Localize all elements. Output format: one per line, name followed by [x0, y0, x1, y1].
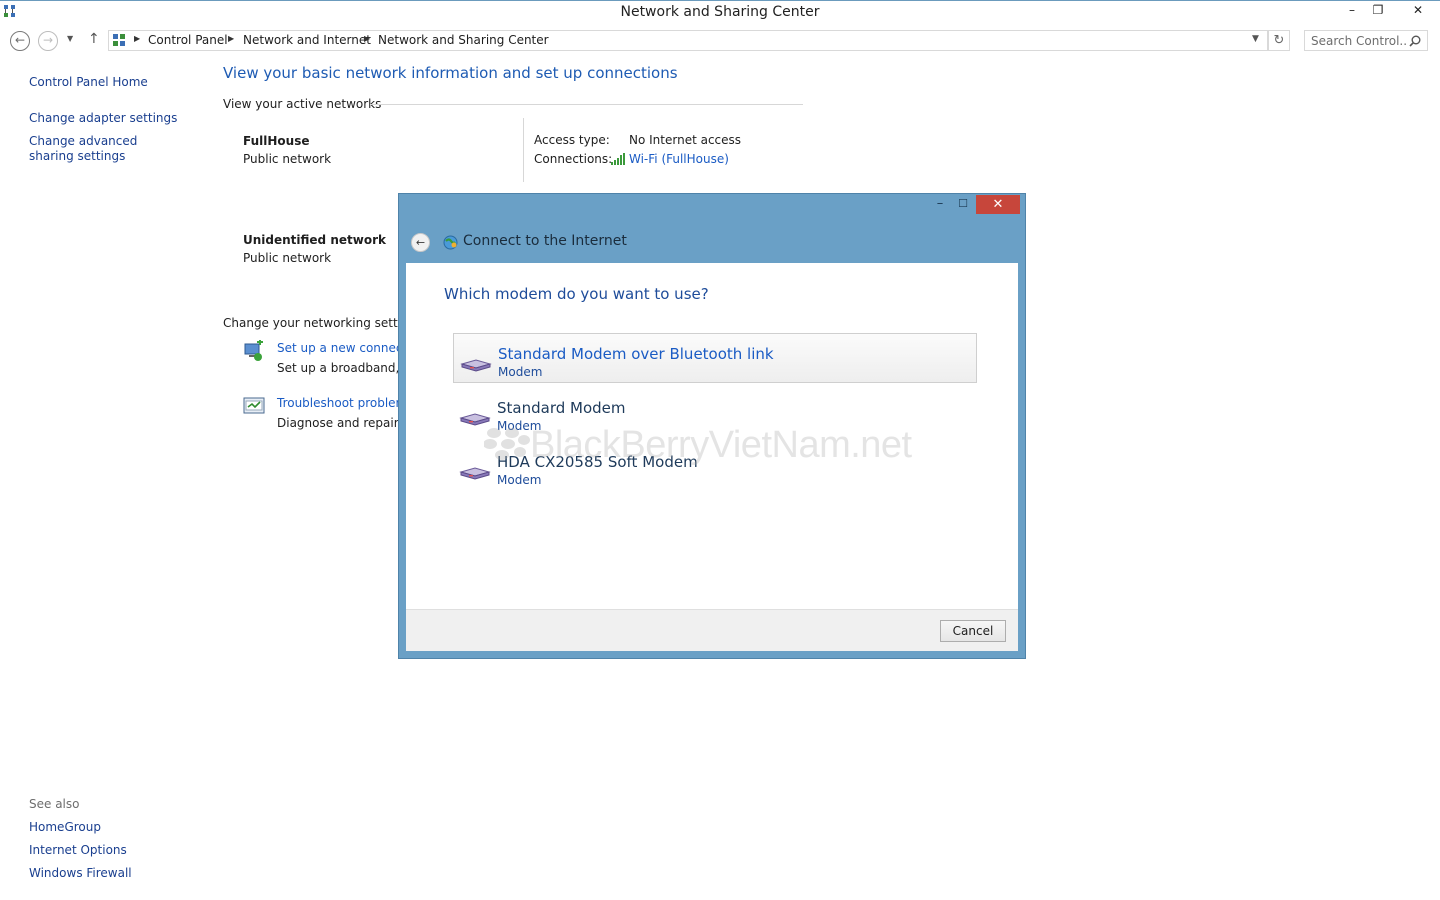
network-name: Unidentified network	[243, 233, 386, 247]
control-panel-home-link[interactable]: Control Panel Home	[29, 75, 148, 89]
cancel-button[interactable]: Cancel	[940, 620, 1006, 642]
change-settings-label: Change your networking settings	[223, 316, 423, 330]
forward-arrow-icon[interactable]: →	[38, 31, 58, 51]
search-box[interactable]	[1304, 30, 1428, 51]
active-networks-label: View your active networks	[223, 97, 382, 111]
refresh-icon[interactable]: ↻	[1268, 30, 1290, 51]
window-titlebar: Network and Sharing Center – ❐ ✕	[0, 0, 1440, 23]
blackberry-logo-icon	[483, 428, 530, 460]
internet-options-link[interactable]: Internet Options	[29, 843, 127, 857]
network-type-link[interactable]: Public network	[243, 152, 331, 166]
control-panel-icon	[113, 34, 125, 46]
close-button[interactable]: ✕	[1396, 1, 1440, 21]
dialog-question: Which modem do you want to use?	[444, 285, 709, 303]
minimize-button[interactable]: –	[1339, 1, 1365, 21]
troubleshoot-icon[interactable]	[243, 396, 265, 418]
search-icon[interactable]	[1409, 35, 1421, 47]
change-adapter-settings-link[interactable]: Change adapter settings	[29, 111, 177, 125]
section-divider	[370, 104, 803, 105]
globe-icon	[443, 235, 458, 250]
dialog-title: Connect to the Internet	[463, 233, 627, 249]
modem-option-bluetooth[interactable]: Standard Modem over Bluetooth link Modem	[453, 333, 977, 383]
access-type-label: Access type:	[534, 133, 610, 147]
change-advanced-sharing-settings-link[interactable]: Change advanced sharing settings	[29, 134, 179, 164]
breadcrumb-control-panel[interactable]: Control Panel	[148, 33, 228, 47]
connections-label: Connections:	[534, 152, 613, 166]
modem-name: Standard Modem	[497, 399, 626, 417]
watermark-text: BlackBerryVietNam.net	[530, 424, 912, 466]
recent-pages-chevron-icon[interactable]: ▼	[67, 34, 73, 43]
watermark: BlackBerryVietNam.net	[483, 424, 912, 467]
homegroup-link[interactable]: HomeGroup	[29, 820, 101, 834]
modem-icon	[460, 359, 492, 372]
dialog-minimize-button[interactable]: –	[929, 196, 951, 214]
wifi-signal-icon	[611, 153, 625, 165]
breadcrumb-separator-icon[interactable]: ▶	[364, 34, 370, 43]
restore-button[interactable]: ❐	[1365, 1, 1391, 21]
modem-name: Standard Modem over Bluetooth link	[498, 345, 774, 363]
back-arrow-icon[interactable]: ←	[10, 31, 30, 51]
breadcrumb-separator-icon[interactable]: ▶	[134, 34, 140, 43]
dialog-footer: Cancel	[406, 609, 1018, 651]
search-input[interactable]	[1311, 32, 1407, 49]
see-also-label: See also	[29, 797, 80, 811]
wifi-connection-link[interactable]: Wi-Fi (FullHouse)	[629, 152, 729, 166]
up-arrow-icon[interactable]: ↑	[88, 31, 100, 47]
network-name: FullHouse	[243, 134, 310, 148]
troubleshoot-description: Diagnose and repair ne	[277, 416, 418, 430]
window-title: Network and Sharing Center	[620, 4, 820, 20]
breadcrumb-network-and-sharing-center[interactable]: Network and Sharing Center	[378, 33, 549, 47]
new-connection-icon[interactable]	[243, 340, 265, 362]
page-title: View your basic network information and …	[223, 64, 678, 82]
dialog-back-arrow-icon[interactable]: ←	[411, 233, 430, 252]
dialog-close-button[interactable]: ✕	[976, 195, 1020, 214]
network-type-link[interactable]: Public network	[243, 251, 331, 265]
troubleshoot-link[interactable]: Troubleshoot problems	[277, 396, 413, 410]
modem-type: Modem	[497, 473, 542, 487]
breadcrumb-network-and-internet[interactable]: Network and Internet	[243, 33, 371, 47]
dialog-maximize-button[interactable]: ☐	[952, 196, 974, 214]
modem-type: Modem	[498, 365, 543, 379]
windows-firewall-link[interactable]: Windows Firewall	[29, 866, 132, 880]
breadcrumb-separator-icon[interactable]: ▶	[228, 34, 234, 43]
address-dropdown-chevron-icon[interactable]: ▼	[1252, 34, 1259, 44]
setup-connection-link[interactable]: Set up a new connectio	[277, 341, 418, 355]
access-type-value: No Internet access	[629, 133, 742, 147]
vertical-divider	[523, 118, 524, 182]
